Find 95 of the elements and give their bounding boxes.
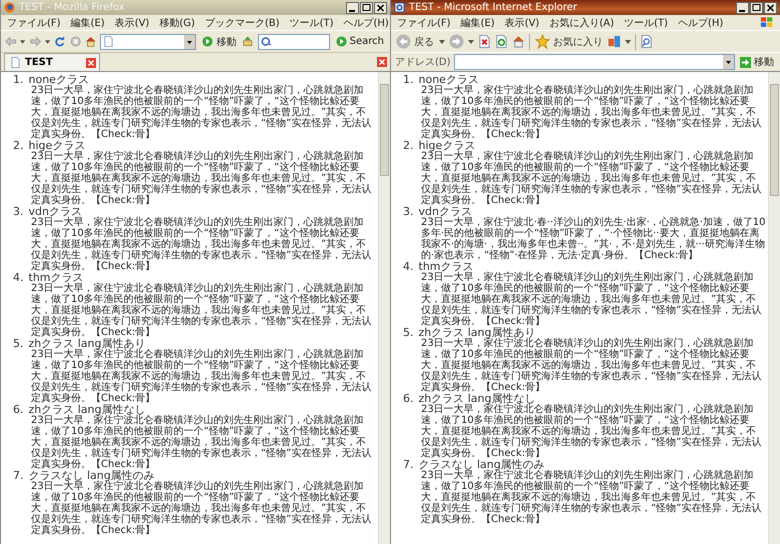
paragraph: 23日一大早，家住宁波北仑春晓镇洋沙山的刘先生刚出家门，心跳就急剧加速，做了10多年渔民的他被眼前的一个“怪物”吓蒙了，“这个怪物比鲸还要大，直挺挺地躺在离我家不远的海塘边，我出海多年也未曾见过。”其实，不仅是刘先生，就连专门研究海洋生物的专家也表示，“怪物”实在怪异，无法认定真实身份。【Check:骨】 [421,151,762,206]
scrollbar[interactable] [768,72,780,544]
paragraph: 23日一大早，家住宁波北仑春晓镇洋沙山的刘先生刚出家门，心跳就急剧加速，做了10多年渔民的他被眼前的一个“怪物”吓蒙了，“这个怪物比鲸还要大，直挺挺地躺在离我家不远的海塘边，我出海多年也未曾见过。”其实，不仅是刘先生，就连专门研究海洋生物的专家也表示，“怪物”实在怪异，无法认定真实身份。【Check:骨】 [31,217,372,272]
paragraph: 23日一大早，家住宁波北仑春晓镇洋沙山的刘先生刚出家门，心跳就急剧加速，做了10多年渔民的他被眼前的一个“怪物”吓蒙了，“这个怪物比鲸还要大，直挺挺地躺在离我家不远的海塘边，我出海多年也未曾见过。”其实，不仅是刘先生，就连专门研究海洋生物的专家也表示，“怪物”实在怪异，无法认定真实身份。【Check:骨】 [421,85,762,140]
search-engine-icon [260,36,272,47]
search-field[interactable] [258,34,330,50]
caret-icon[interactable] [20,40,26,44]
list-number: 4. [13,272,24,283]
paragraph: 23日一大早，家住宁波北仑春晓镇洋沙山的刘先生刚出家门，心跳就急剧加速，做了10多年渔民的他被眼前的一个“怪物”吓蒙了，“这个怪物比鲸还要大，直挺挺地躺在离我家不远的海塘边，我出海多年也未曾见过。”其实，不仅是刘先生，就连专门研究海洋生物的专家也表示，“怪物”实在怪异，无法认定真实身份。【Check:骨】 [31,349,372,404]
play-icon [336,36,347,47]
item-heading: zhクラス lang属性あり [418,327,536,338]
item-heading: zhクラス lang属性あり [28,338,146,349]
close-icon[interactable] [374,2,387,14]
favorites-button[interactable]: お気に入り [534,34,604,49]
paragraph: 23日一大早，家住宁波北仑春晓镇洋沙山的刘先生刚出家门，心跳就急剧加速，做了10多年渔民的他被眼前的一个“怪物”吓蒙了，“这个怪物比鲸还要大，直挺挺地躺在离我家不远的海塘边，我出海多年也未曾见过。”其实，不仅是刘先生，就连专门研究海洋生物的专家也表示，“怪物”实在怪异，无法认定真实身份。【Check:骨】 [31,283,372,338]
stop-icon[interactable] [478,35,491,48]
menu-item[interactable]: ツール(T) [290,16,334,30]
address-label: アドレス(D) [395,56,451,69]
windows-logo-icon [760,16,774,29]
caret-icon[interactable] [468,40,474,44]
paragraph: 23日一大早，家住宁波北仑春晓镇洋沙山的刘先生刚出家门，心跳就急剧加速，做了10多年渔民的他被眼前的一个“怪物”吓蒙了，“这个怪物比鲸还要大，直挺挺地躺在离我家不远的海塘边，我出海多年也未曾见过。”其实，不仅是刘先生，就连专门研究海洋生物的专家也表示，“怪物”实在怪异，无法认定真实身份。【Check:骨】 [31,151,372,206]
menu-item[interactable]: ブックマーク(B) [204,16,280,30]
caret-icon[interactable] [439,40,445,44]
item-heading: vdnクラス [28,206,82,217]
maximize-icon[interactable] [750,2,763,14]
menu-item[interactable]: 編集(E) [460,16,495,30]
minimize-icon[interactable] [736,2,749,14]
menu-item[interactable]: ヘルプ(H) [678,16,724,30]
menu-item[interactable]: ファイル(F) [397,16,451,30]
go-button[interactable]: 移動 [200,34,238,48]
window-title: TEST - Microsoft Internet Explorer [409,2,578,13]
list-number: 4. [403,261,414,272]
search-button[interactable]: Search [334,36,386,47]
list-number: 2. [403,140,414,151]
scrollbar[interactable] [378,72,390,544]
url-field[interactable] [100,34,196,50]
close-icon[interactable] [764,2,777,14]
menu-item[interactable]: 移動(G) [159,16,195,30]
item-heading: クラスなし lang属性のみ [418,459,545,470]
play-icon [202,36,214,47]
item-heading: thmクラス [418,261,474,272]
item-heading: zhクラス lang属性なし [418,393,536,404]
menu-item[interactable]: ツール(T) [624,16,668,30]
paragraph: 23日一大早，家住宁波北仑春晓镇洋沙山的刘先生刚出家门，心跳就急剧加速，做了10多年渔民的他被眼前的一个“怪物”吓蒙了，“这个怪物比鲸还要大，直挺挺地躺在离我家不远的海塘边，我出海多年也未曾见过。”其实，不仅是刘先生，就连专门研究海洋生物的专家也表示，“怪物”实在怪异，无法认定真实身份。【Check:骨】 [421,470,762,525]
browser-tab[interactable]: TEST [4,53,100,71]
minimize-icon[interactable] [346,2,359,14]
list-number: 1. [403,74,414,85]
item-heading: noneクラス [418,74,479,85]
reload-icon[interactable] [54,35,66,48]
address-field[interactable] [454,54,735,70]
caret-icon[interactable] [625,40,631,44]
paragraph: 23日一大早，家住宁波北仑春晓镇洋沙山的刘先生刚出家门，心跳就急剧加速，做了10多年渔民的他被眼前的一个“怪物”吓蒙了，“这个怪物比鲸还要大，直挺挺地躺在离我家不远的海塘边，我出海多年也未曾见过。”其实，不仅是刘先生，就连专门研究海洋生物的专家也表示，“怪物”实在怪异，无法认定真实身份。【Check:骨】 [31,85,372,140]
list-number: 6. [13,404,24,415]
list-number: 3. [403,206,414,217]
menu-item[interactable]: 表示(V) [504,16,540,30]
item-heading: vdnクラス [418,206,472,217]
item-heading: クラスなし lang属性のみ [28,470,155,481]
list-number: 1. [13,74,24,85]
list-number: 2. [13,140,24,151]
list-number: 5. [13,338,24,349]
paragraph: 23日一大早，家住宁波北仑春晓镇洋沙山的刘先生刚出家门，心跳就急剧加速，做了10多年渔民的他被眼前的一个“怪物”吓蒙了，“这个怪物比鲸还要大，直挺挺地躺在离我家不远的海塘边，我出海多年也未曾见过。”其实，不仅是刘先生，就连专门研究海洋生物的专家也表示，“怪物”实在怪异，无法认定真实身份。【Check:骨】 [421,272,762,327]
list-number: 6. [403,393,414,404]
menu-item[interactable]: 編集(E) [70,16,105,30]
refresh-icon[interactable] [495,35,508,48]
paragraph: 23日一大早，家住宁波北仑春晓镇洋沙山的刘先生刚出家门，心跳就急剧加速，做了10多年渔民的他被眼前的一个“怪物”吓蒙了，“这个怪物比鲸还要大，直挺挺地躺在离我家不远的海塘边，我出海多年也未曾见过。”其实，不仅是刘先生，就连专门研究海洋生物的专家也表示，“怪物”实在怪异，无法认定真实身份。【Check:骨】 [31,415,372,470]
back-button[interactable]: 戻る [395,34,435,49]
menu-item[interactable]: 表示(V) [114,16,150,30]
paragraph: 23日一大早，家住宁波北仑春晓镇洋沙山的刘先生刚出家门，心跳就急剧加速，做了10多年渔民的他被眼前的一个“怪物”吓蒙了，“这个怪物比鲸还要大，直挺挺地躺在离我家不远的海塘边，我出海多年也未曾见过。”其实，不仅是刘先生，就连专门研究海洋生物的专家也表示，“怪物”实在怪异，无法认定真实身份。【Check:骨】 [421,338,762,393]
item-heading: noneクラス [28,74,89,85]
list-number: 7. [403,459,414,470]
home-icon[interactable] [84,35,96,48]
stop-icon[interactable] [70,35,81,48]
menu-item[interactable]: お気に入り(A) [549,16,614,30]
item-heading: thmクラス [28,272,84,283]
caret-icon[interactable] [44,40,50,44]
window-title: TEST - Mozilla Firefox [19,2,126,13]
item-heading: higeクラス [28,140,86,151]
item-heading: higeクラス [418,140,476,151]
list-number: 5. [403,327,414,338]
menu-item[interactable]: ファイル(F) [7,16,61,30]
maximize-icon[interactable] [360,2,373,14]
list-number: 3. [13,206,24,217]
go-button[interactable]: 移動 [738,55,776,69]
star-icon [535,34,550,49]
paragraph: 23日一大早，家住宁波北仑春晓镇洋沙山的刘先生刚出家门，心跳就急剧加速，做了10多年渔民的他被眼前的一个“怪物”吓蒙了，“这个怪物比鲸还要大，直挺挺地躺在离我家不远的海塘边，我出海多年也未曾见过。”其实，不仅是刘先生，就连专门研究海洋生物的专家也表示，“怪物”实在怪异，无法认定真实身份。【Check:骨】 [31,481,372,536]
list-number: 7. [13,470,24,481]
arrow-icon [740,56,751,68]
paragraph: 23日一大早，家住宁波北仑春晓镇洋沙山的刘先生刚出家门，心跳就急剧加速，做了10多年渔民的他被眼前的一个“怪物”吓蒙了，“这个怪物比鲸还要大，直挺挺地躺在离我家不远的海塘边，我出海多年也未曾见过。”其实，不仅是刘先生，就连专门研究海洋生物的专家也表示，“怪物”实在怪异，无法认定真实身份。【Check:骨】 [421,404,762,459]
home-icon[interactable] [512,35,525,48]
menu-item[interactable]: ヘルプ(H) [344,16,389,30]
search-icon[interactable] [640,35,653,48]
item-heading: zhクラス lang属性なし [28,404,146,415]
bookmark-folder-icon[interactable] [242,35,254,48]
paragraph: 23日一大早，家住宁波北·春··洋沙山的刘先生·出家·，心跳就急·加速，做了10多年·民的他被眼前的一个“怪物”吓蒙了，“·个怪物比··要大，直挺挺地躺在离我家不·的海塘·，我出海多年也未曾··。”其·，不·是刘先生，就···研究海洋生物的·家也表示，“怪物”·在怪异，无法·定真·身份。【Check:骨】 [421,217,766,261]
tab-label: TEST [25,57,54,68]
